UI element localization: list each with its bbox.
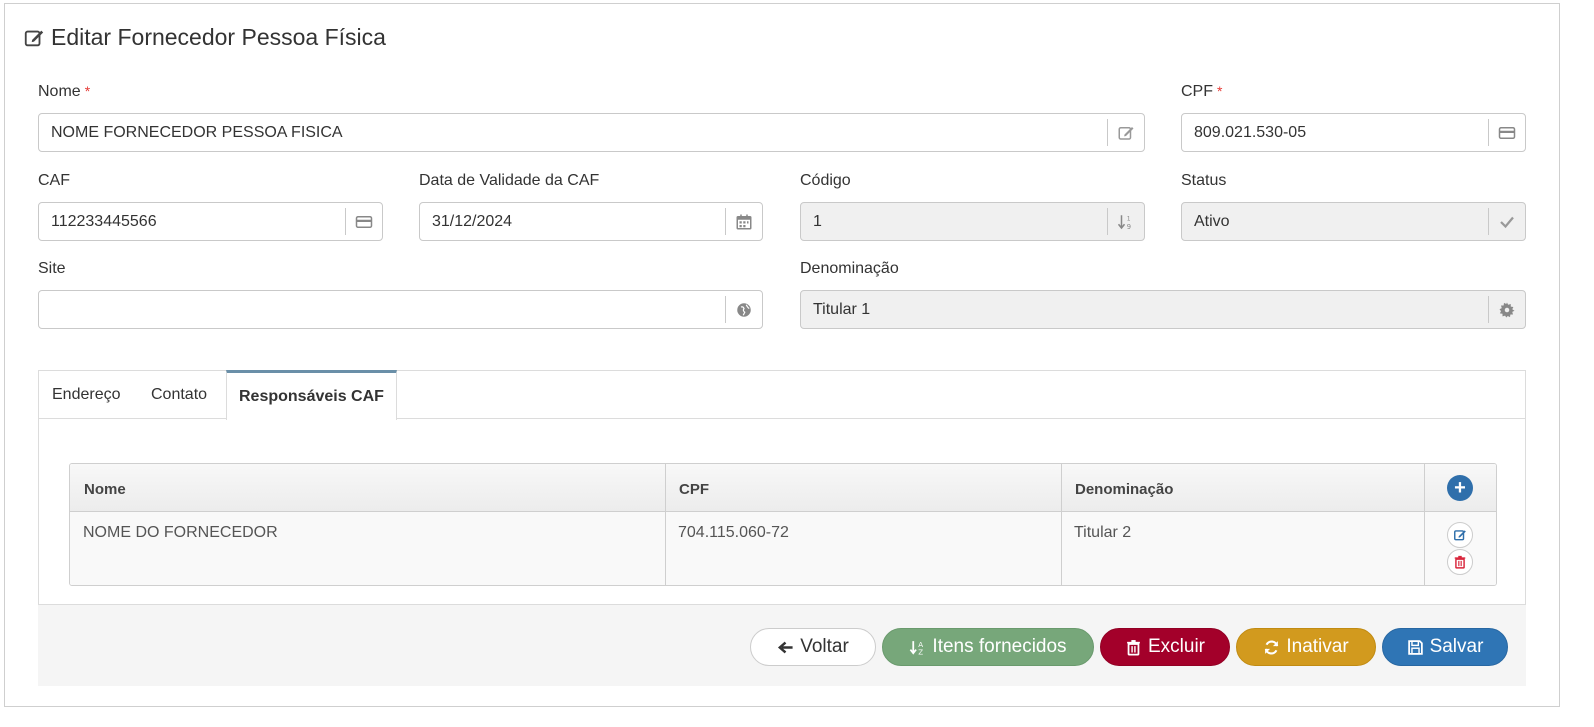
refresh-icon	[1265, 640, 1279, 654]
delete-row-button[interactable]	[1447, 549, 1473, 575]
itens-fornecidos-label: Itens fornecidos	[932, 636, 1067, 657]
page-title-text: Editar Fornecedor Pessoa Física	[51, 24, 386, 50]
column-header-denominacao[interactable]: Denominação	[1075, 481, 1173, 498]
nome-field[interactable]: NOME FORNECEDOR PESSOA FISICA	[38, 113, 1145, 152]
status-value: Ativo	[1194, 212, 1230, 230]
status-field: Ativo	[1181, 202, 1526, 241]
svg-text:9: 9	[1127, 222, 1131, 230]
responsaveis-table: Nome CPF Denominação + NOME DO FORNECEDO…	[69, 463, 1497, 586]
nome-label: Nome *	[38, 83, 90, 101]
site-field[interactable]	[38, 290, 763, 329]
page-title: Editar Fornecedor Pessoa Física	[23, 24, 386, 51]
tab-bar: Endereço Contato Responsáveis CAF	[39, 370, 1525, 420]
card-icon	[345, 208, 382, 235]
denominacao-value: Titular 1	[813, 300, 871, 318]
row-cpf: 704.115.060-72	[678, 524, 789, 541]
row-nome: NOME DO FORNECEDOR	[83, 524, 278, 541]
tab-contato[interactable]: Contato	[151, 371, 207, 419]
excluir-label: Excluir	[1147, 636, 1205, 657]
data-validade-label: Data de Validade da CAF	[419, 172, 600, 189]
table-row[interactable]: NOME DO FORNECEDOR 704.115.060-72 Titula…	[70, 512, 1496, 585]
tab-responsaveis-caf[interactable]: Responsáveis CAF	[226, 370, 397, 420]
codigo-label: Código	[800, 172, 851, 189]
salvar-label: Salvar	[1429, 636, 1484, 657]
cpf-label: CPF *	[1181, 83, 1222, 101]
cpf-field[interactable]: 809.021.530-05	[1181, 113, 1526, 152]
denominacao-label: Denominação	[800, 260, 899, 277]
excluir-button[interactable]: Excluir	[1100, 628, 1230, 666]
nome-value[interactable]: NOME FORNECEDOR PESSOA FISICA	[39, 124, 1107, 142]
calendar-icon[interactable]	[725, 208, 762, 235]
gear-icon	[1488, 296, 1525, 323]
tab-endereco[interactable]: Endereço	[52, 371, 121, 419]
sort-numeric-icon: 19	[1107, 208, 1144, 235]
tabs-container: Endereço Contato Responsáveis CAF Nome C…	[38, 370, 1526, 605]
column-divider	[1424, 464, 1425, 585]
check-icon	[1488, 208, 1525, 235]
status-label: Status	[1181, 172, 1227, 189]
edit-icon	[1107, 119, 1144, 146]
denominacao-field: Titular 1	[800, 290, 1526, 329]
cpf-value[interactable]: 809.021.530-05	[1182, 124, 1488, 142]
action-bar: Voltar AZ Itens fornecidos Excluir Inati…	[38, 605, 1526, 686]
column-header-nome[interactable]: Nome	[84, 481, 126, 498]
cpf-label-text: CPF	[1181, 83, 1213, 100]
edit-row-button[interactable]	[1447, 522, 1473, 548]
codigo-field: 1 19	[800, 202, 1145, 241]
svg-text:1: 1	[1127, 215, 1131, 222]
nome-label-text: Nome	[38, 83, 81, 100]
column-header-cpf[interactable]: CPF	[679, 481, 709, 498]
voltar-label: Voltar	[800, 636, 849, 657]
column-divider	[665, 464, 666, 585]
plus-icon: +	[1454, 477, 1466, 499]
inativar-button[interactable]: Inativar	[1236, 628, 1376, 666]
sort-alpha-icon: AZ	[910, 639, 924, 656]
row-denominacao: Titular 2	[1074, 524, 1132, 541]
trash-icon	[1454, 555, 1466, 569]
inativar-label: Inativar	[1286, 636, 1349, 657]
required-marker: *	[84, 83, 91, 99]
save-icon	[1407, 639, 1423, 655]
caf-field[interactable]: 112233445566	[38, 202, 383, 241]
globe-icon	[725, 296, 762, 323]
trash-icon	[1127, 639, 1140, 655]
card-icon	[1488, 119, 1525, 146]
itens-fornecidos-button[interactable]: AZ Itens fornecidos	[882, 628, 1094, 666]
data-validade-field[interactable]: 31/12/2024	[419, 202, 763, 241]
codigo-value: 1	[813, 212, 822, 230]
arrow-left-icon	[778, 641, 793, 653]
add-responsavel-button[interactable]: +	[1447, 475, 1473, 501]
site-label: Site	[38, 260, 66, 277]
column-divider	[1061, 464, 1062, 585]
svg-text:Z: Z	[919, 647, 924, 655]
edit-icon	[1454, 530, 1466, 541]
table-header: Nome CPF Denominação +	[70, 464, 1496, 512]
required-marker: *	[1217, 83, 1223, 99]
data-validade-value[interactable]: 31/12/2024	[420, 213, 725, 231]
caf-value[interactable]: 112233445566	[39, 213, 345, 231]
edit-icon	[24, 30, 44, 46]
voltar-button[interactable]: Voltar	[750, 628, 876, 666]
caf-label: CAF	[38, 172, 70, 189]
salvar-button[interactable]: Salvar	[1382, 628, 1508, 666]
edit-supplier-panel: Editar Fornecedor Pessoa Física Nome * NO…	[4, 3, 1560, 707]
